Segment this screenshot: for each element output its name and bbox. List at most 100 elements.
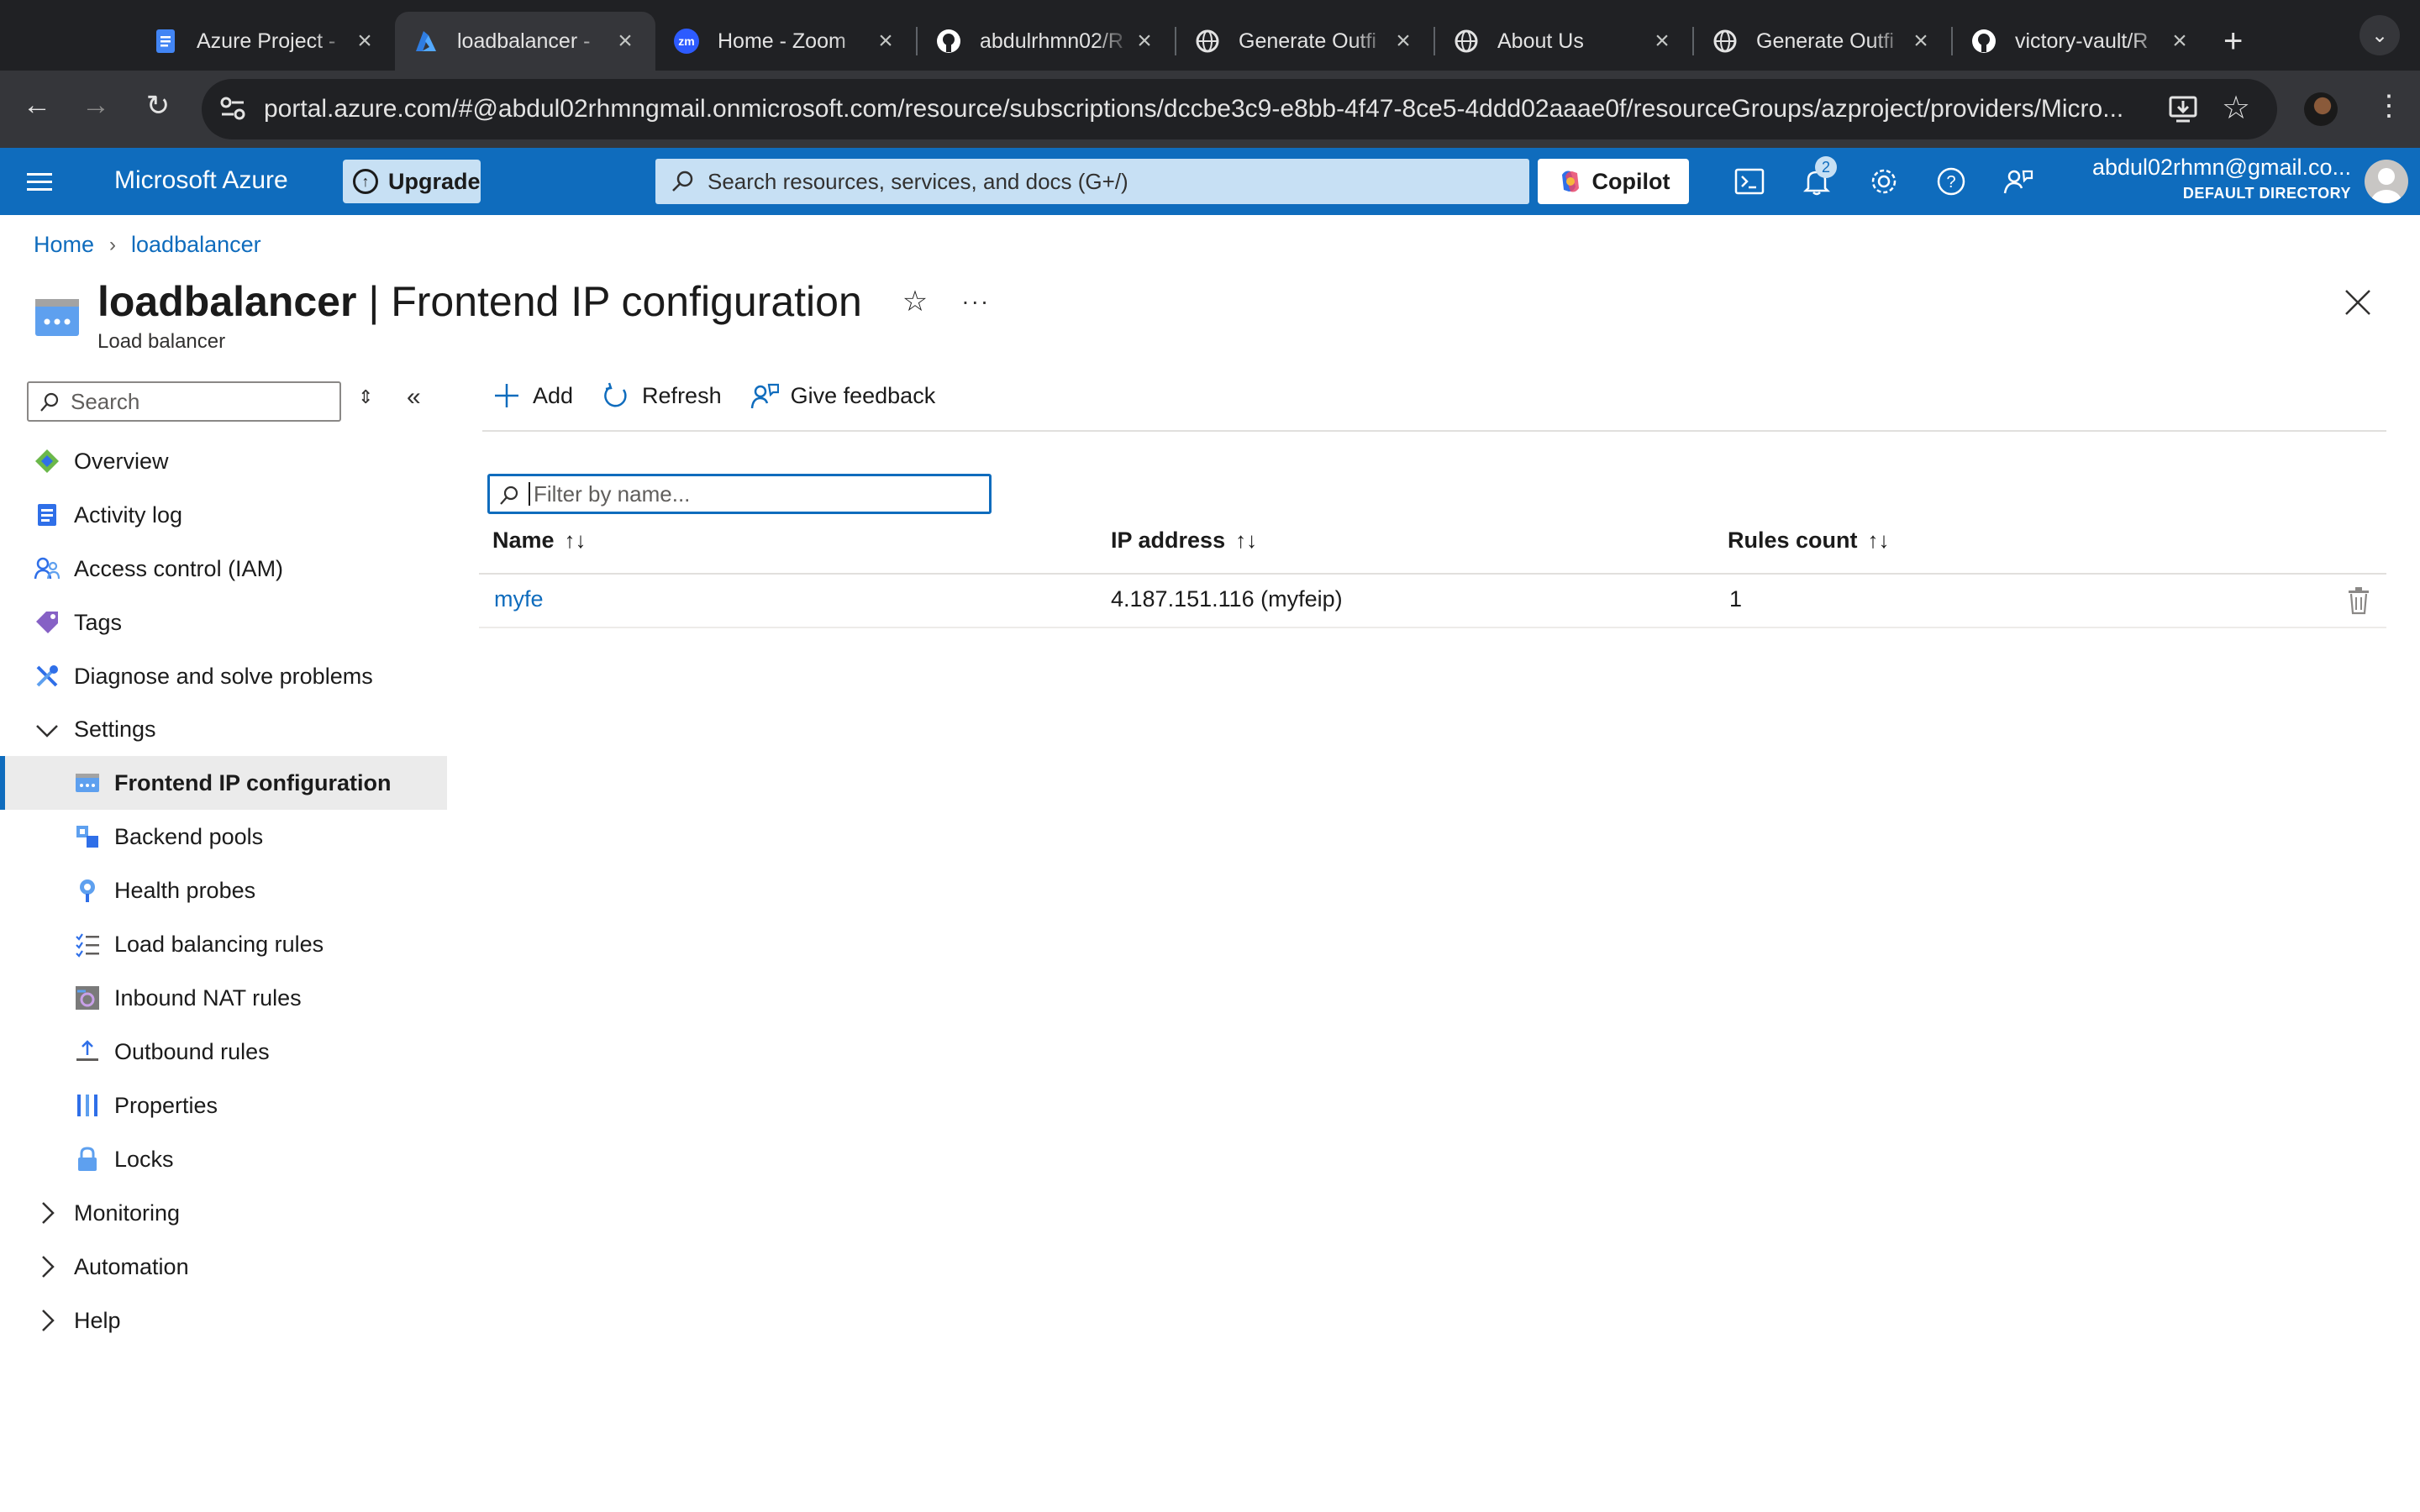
- copilot-icon: [1561, 171, 1579, 192]
- sidebar-item-frontend-ip-configuration[interactable]: Frontend IP configuration: [0, 756, 447, 810]
- breadcrumb-loadbalancer[interactable]: loadbalancer: [131, 232, 261, 258]
- sidebar-item-label: Health probes: [114, 877, 256, 903]
- close-tab-icon[interactable]: ×: [1392, 27, 1415, 55]
- sidebar-search-placeholder: Search: [71, 388, 140, 414]
- frontend-name-link[interactable]: myfe: [494, 586, 544, 612]
- feedback-person-icon[interactable]: [2002, 165, 2035, 198]
- address-bar[interactable]: portal.azure.com/#@abdul02rhmngmail.onmi…: [202, 79, 2277, 139]
- browser-tab[interactable]: zm Home - Zoom ×: [655, 12, 916, 71]
- site-info-icon[interactable]: [218, 94, 247, 123]
- sidebar-group-settings[interactable]: Settings: [0, 702, 447, 756]
- filter-by-name-input[interactable]: Filter by name...: [487, 474, 992, 514]
- browser-tab[interactable]: About Us ×: [1435, 12, 1692, 71]
- favorite-star-icon[interactable]: ☆: [902, 285, 928, 318]
- sidebar-item-label: Automation: [74, 1253, 189, 1279]
- close-tab-icon[interactable]: ×: [874, 27, 897, 55]
- sort-icon[interactable]: ↑↓: [1235, 528, 1257, 554]
- sidebar-search-input[interactable]: Search: [27, 381, 341, 422]
- more-options-icon[interactable]: ···: [961, 288, 990, 315]
- search-icon: [40, 392, 59, 412]
- give-feedback-button[interactable]: Give feedback: [750, 381, 935, 410]
- browser-tab[interactable]: victory-vault/R ×: [1953, 12, 2210, 71]
- upgrade-button[interactable]: ↑ Upgrade: [343, 160, 481, 203]
- sidebar-item-label: Load balancing rules: [114, 931, 324, 957]
- chevron-right-icon: [42, 1202, 55, 1224]
- azure-brand[interactable]: Microsoft Azure: [114, 166, 288, 195]
- close-tab-icon[interactable]: ×: [1909, 27, 1933, 55]
- resource-name: loadbalancer: [97, 278, 357, 325]
- browser-tab-strip: Azure Project - × loadbalancer - × zm Ho…: [0, 0, 2420, 71]
- github-icon: [1971, 29, 1996, 54]
- sidebar-item-label: Activity log: [74, 501, 183, 528]
- sidebar-item-tags[interactable]: Tags: [0, 596, 447, 649]
- breadcrumb-home[interactable]: Home: [34, 232, 94, 258]
- help-question-icon[interactable]: ?: [1934, 165, 1968, 198]
- sidebar-item-label: Tags: [74, 609, 123, 635]
- docs-icon: [153, 29, 178, 54]
- column-header-name[interactable]: Name ↑↓: [492, 528, 587, 554]
- sidebar-group-help[interactable]: Help: [0, 1294, 447, 1347]
- sidebar-item-activity-log[interactable]: Activity log: [0, 488, 447, 542]
- close-tab-icon[interactable]: ×: [353, 27, 376, 55]
- sidebar-item-label: Access control (IAM): [74, 555, 284, 581]
- forward-arrow-icon[interactable]: →: [69, 89, 123, 122]
- sidebar-item-load-balancing-rules[interactable]: Load balancing rules: [0, 917, 447, 971]
- resource-type: Load balancer: [97, 330, 226, 353]
- close-tab-icon[interactable]: ×: [1650, 27, 1674, 55]
- column-header-rules-count[interactable]: Rules count ↑↓: [1728, 528, 1890, 554]
- sort-icon[interactable]: ↑↓: [565, 528, 587, 554]
- load-balancer-resource-icon: [35, 299, 79, 336]
- add-button[interactable]: Add: [492, 381, 573, 410]
- hamburger-menu-icon[interactable]: [27, 170, 52, 193]
- sidebar-item-inbound-nat-rules[interactable]: Inbound NAT rules: [0, 971, 447, 1025]
- upgrade-label: Upgrade: [388, 168, 481, 194]
- browser-tab[interactable]: abdulrhmn02/R ×: [918, 12, 1175, 71]
- sidebar-group-monitoring[interactable]: Monitoring: [0, 1186, 447, 1240]
- reload-icon[interactable]: ↻: [131, 89, 185, 123]
- cloud-shell-icon[interactable]: [1734, 166, 1765, 197]
- column-header-ip-address[interactable]: IP address ↑↓: [1111, 528, 1257, 554]
- search-icon: [672, 171, 693, 192]
- tab-search-chevron-icon[interactable]: ⌄: [2360, 15, 2400, 55]
- profile-avatar[interactable]: [2304, 92, 2338, 126]
- new-tab-icon[interactable]: +: [2223, 23, 2243, 60]
- overview-icon: [35, 449, 59, 473]
- browser-tab[interactable]: Azure Project - ×: [134, 12, 395, 71]
- sidebar-item-diagnose[interactable]: Diagnose and solve problems: [0, 649, 447, 703]
- close-tab-icon[interactable]: ×: [613, 27, 637, 55]
- sidebar-group-automation[interactable]: Automation: [0, 1240, 447, 1294]
- back-arrow-icon[interactable]: ←: [10, 89, 64, 122]
- browser-tab-active[interactable]: loadbalancer - ×: [395, 12, 655, 71]
- sort-updown-icon[interactable]: ⇕: [358, 386, 373, 408]
- sidebar-item-locks[interactable]: Locks: [0, 1132, 447, 1186]
- close-tab-icon[interactable]: ×: [1133, 27, 1156, 55]
- collapse-sidebar-icon[interactable]: «: [407, 383, 421, 412]
- account-avatar[interactable]: [2365, 160, 2408, 203]
- close-tab-icon[interactable]: ×: [2168, 27, 2191, 55]
- sidebar-item-outbound-rules[interactable]: Outbound rules: [0, 1025, 447, 1079]
- delete-trash-icon[interactable]: [2346, 586, 2371, 615]
- sidebar-item-iam[interactable]: Access control (IAM): [0, 542, 447, 596]
- browser-tab[interactable]: Generate Outfi ×: [1176, 12, 1434, 71]
- sidebar-item-health-probes[interactable]: Health probes: [0, 864, 447, 917]
- sort-icon[interactable]: ↑↓: [1868, 528, 1890, 554]
- account-info[interactable]: abdul02rhmn@gmail.co... DEFAULT DIRECTOR…: [2091, 155, 2351, 202]
- sidebar-item-label: Locks: [114, 1146, 174, 1172]
- browser-menu-icon[interactable]: ⋮: [2375, 89, 2403, 123]
- account-email: abdul02rhmn@gmail.co...: [2091, 155, 2351, 180]
- globe-icon: [1712, 29, 1738, 54]
- install-app-icon[interactable]: [2168, 94, 2198, 124]
- bookmark-star-icon[interactable]: ☆: [2222, 89, 2250, 127]
- close-blade-icon[interactable]: [2341, 286, 2375, 319]
- settings-gear-icon[interactable]: [1867, 165, 1901, 198]
- browser-tab[interactable]: Generate Outfi ×: [1694, 12, 1951, 71]
- backend-pool-icon: [76, 826, 98, 848]
- sidebar-item-overview[interactable]: Overview: [0, 434, 447, 488]
- tab-title: Generate Outfi: [1239, 29, 1376, 53]
- tag-icon: [36, 612, 58, 633]
- refresh-button[interactable]: Refresh: [602, 381, 722, 410]
- copilot-button[interactable]: Copilot: [1538, 159, 1689, 204]
- sidebar-item-backend-pools[interactable]: Backend pools: [0, 810, 447, 864]
- global-search-input[interactable]: Search resources, services, and docs (G+…: [655, 159, 1529, 204]
- sidebar-item-properties[interactable]: Properties: [0, 1079, 447, 1132]
